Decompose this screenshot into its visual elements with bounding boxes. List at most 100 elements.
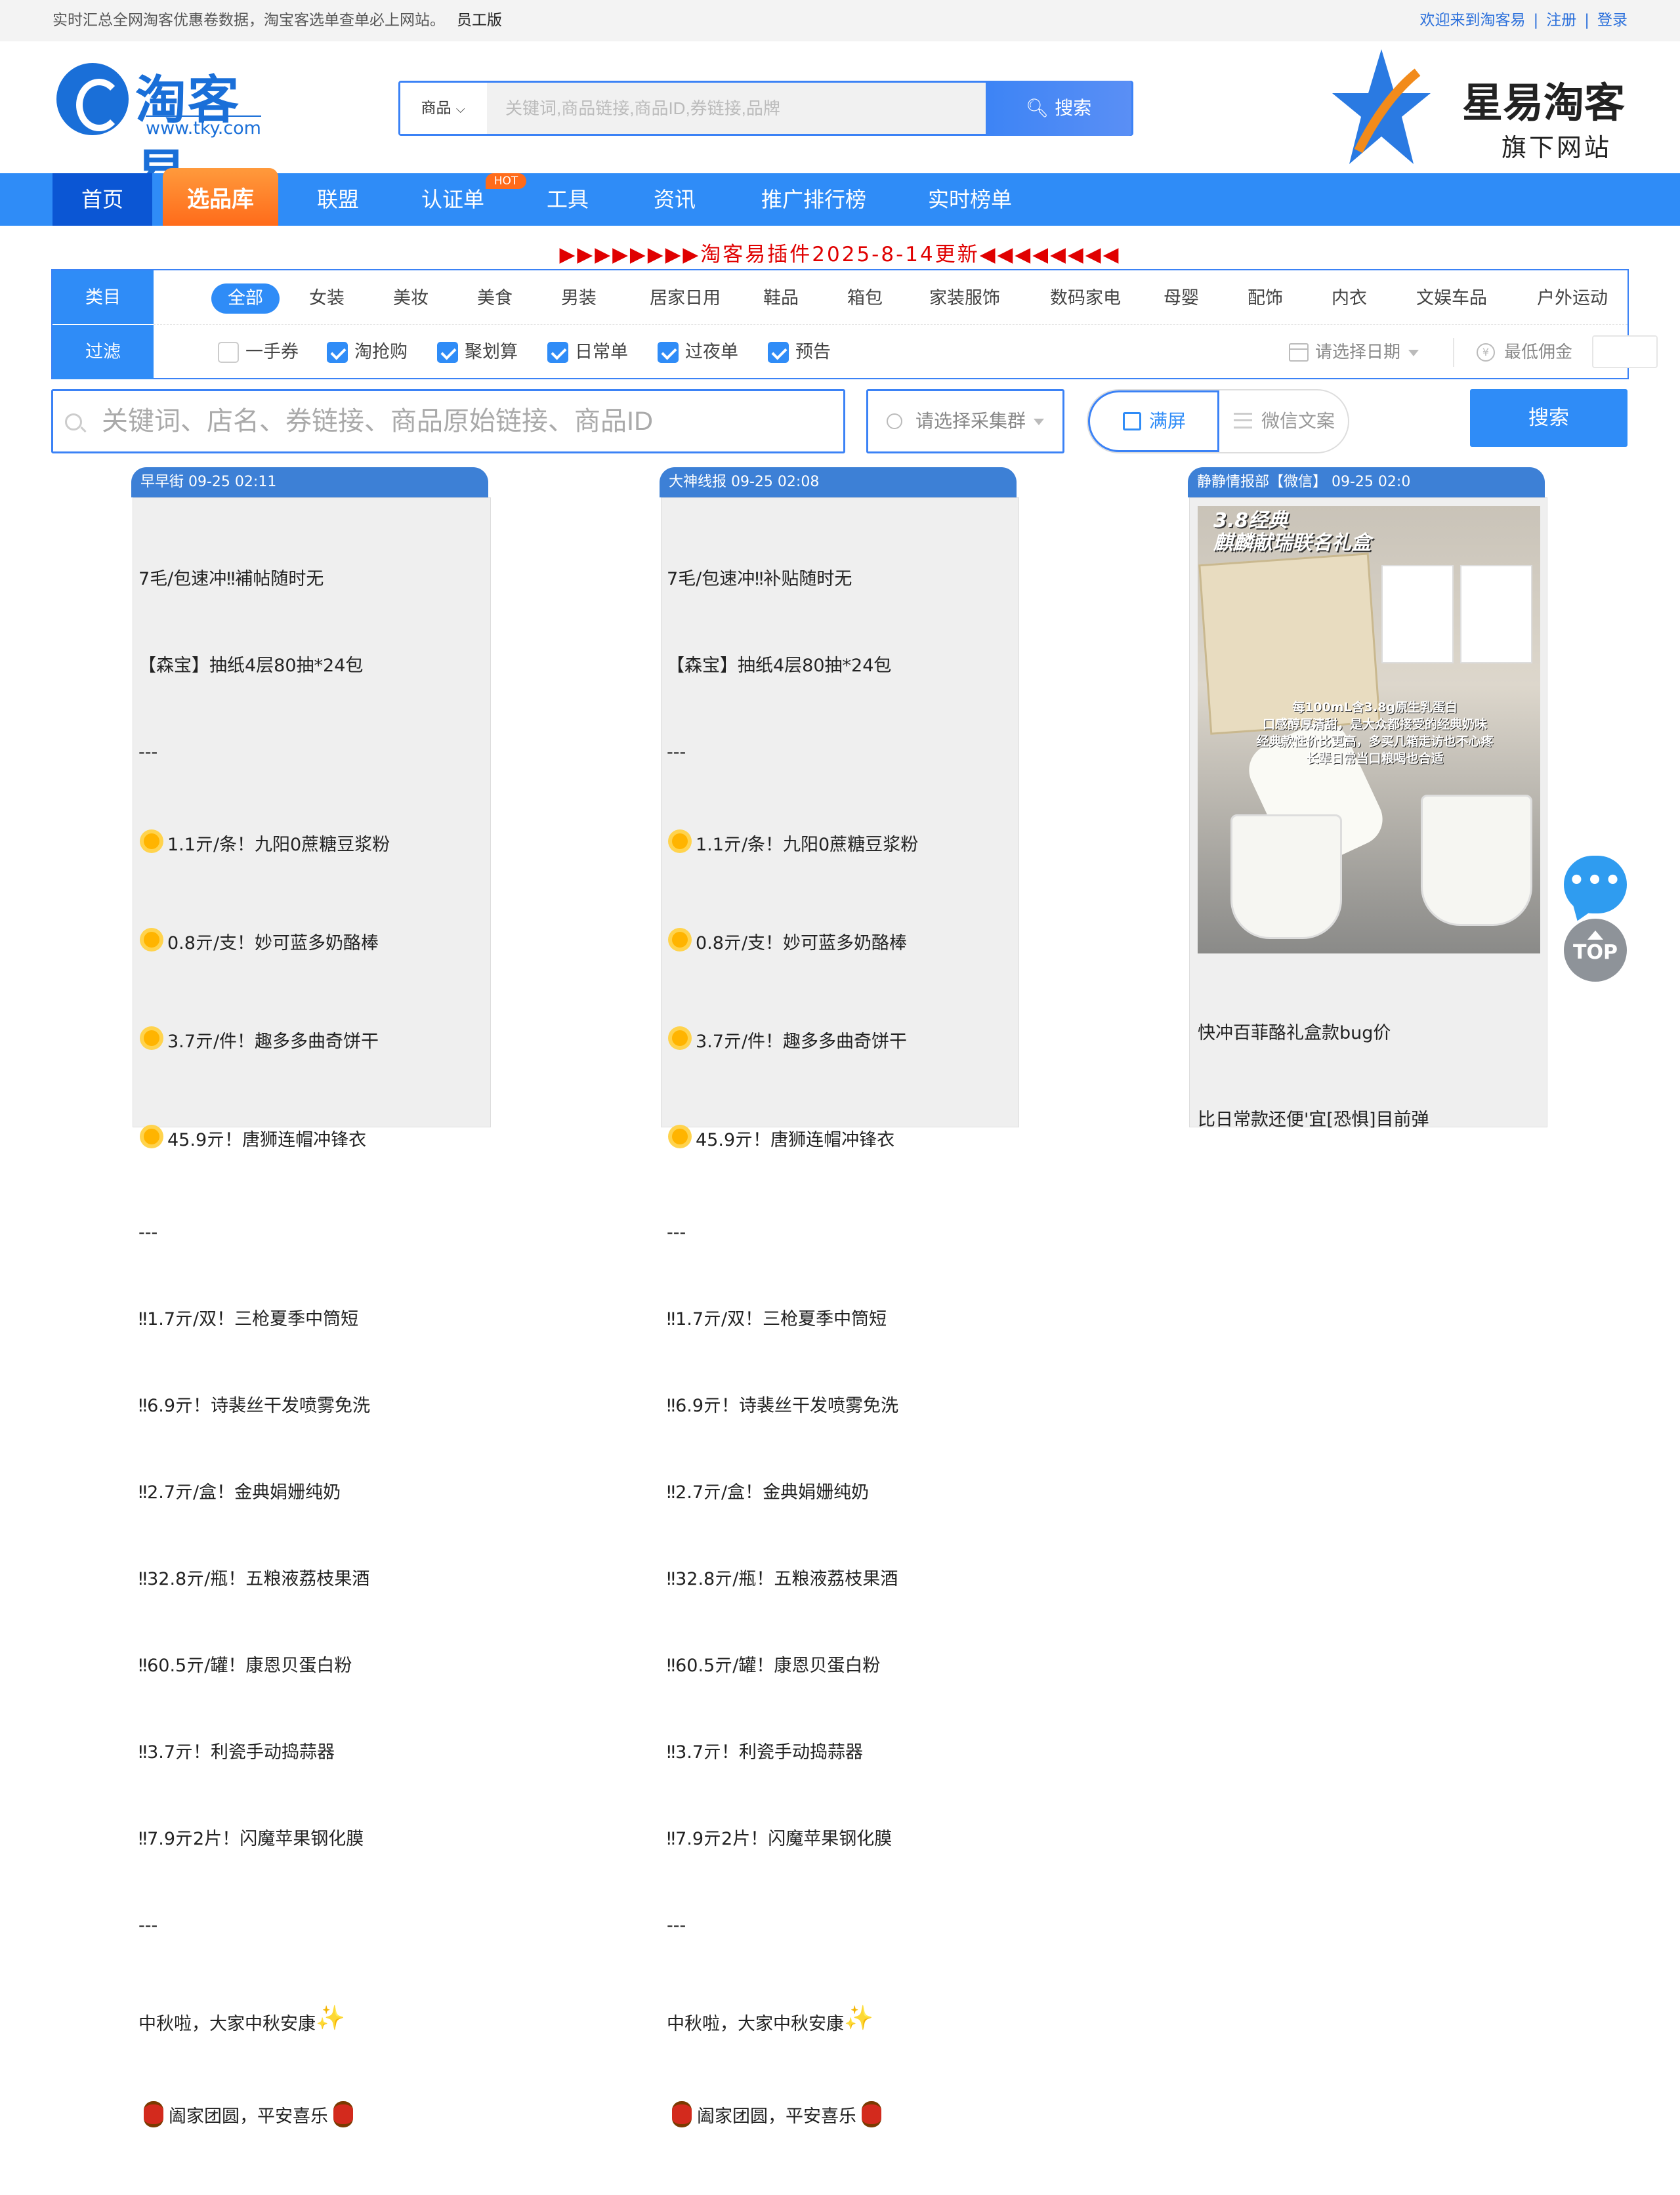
card-line: 45.9亓！唐狮连帽冲锋衣 <box>667 1120 918 1161</box>
category-item[interactable]: 鞋品 <box>747 283 815 314</box>
card-text: 快冲百菲酪礼盒款bug价 比日常款还便'宜[恐惧]目前弹 <box>1198 961 1429 1192</box>
nav-realtime-list[interactable]: 实时榜单 <box>906 173 1034 226</box>
wechat-copy-toggle[interactable]: 微信文案 <box>1219 390 1348 452</box>
group-placeholder: 请选择采集群 <box>915 410 1026 432</box>
category-item[interactable]: 女装 <box>293 283 361 314</box>
calendar-icon <box>1289 343 1309 362</box>
search-button[interactable]: 🔍︎ 搜索 <box>986 81 1131 136</box>
card-line: ‼1.7亓/双！三枪夏季中筒短 <box>667 1309 887 1329</box>
sparkles-emoji-icon: ✨ <box>316 2005 345 2032</box>
checkbox-overnight[interactable]: 过夜单 <box>658 341 738 364</box>
chat-bubble-icon: ••• <box>1568 866 1623 896</box>
keyword-search-button[interactable]: 搜索 <box>1470 389 1628 447</box>
category-item[interactable]: 配饰 <box>1231 283 1299 314</box>
photo-headline-1: 3.8经典 <box>1213 509 1288 532</box>
search-icon <box>65 413 82 430</box>
min-commission-input[interactable] <box>1592 335 1658 368</box>
card-header: 早早街 09-25 02:11 <box>131 467 488 497</box>
category-item[interactable]: 美妆 <box>377 283 445 314</box>
card-line: ‼6.9亓！诗裴丝干发喷雾免洗 <box>138 1396 371 1416</box>
search-icon: 🔍︎ <box>1025 97 1049 119</box>
fullscreen-label: 满屏 <box>1149 410 1186 432</box>
logo-swirl-icon <box>56 63 129 135</box>
product-photo[interactable]: 3.8经典 麒麟献瑞联名礼盒 每100mL含3.8g原生乳蛋白 口感醇厚清甜，是大… <box>1198 506 1540 953</box>
lantern-emoji-icon <box>333 2101 353 2127</box>
staff-version-link[interactable]: 员工版 <box>457 12 502 29</box>
product-search-input[interactable] <box>487 83 990 134</box>
card-line: 3.7亓/件！趣多多曲奇饼干 <box>138 1022 390 1062</box>
plugin-update-notice[interactable]: ▶▶▶▶▶▶▶▶淘客易插件2025-8-14更新◀◀◀◀◀◀◀◀ <box>0 238 1680 267</box>
card-line: 1.1亓/条！九阳0蔗糖豆浆粉 <box>138 825 390 866</box>
category-item[interactable]: 居家日用 <box>639 283 731 314</box>
category-item[interactable]: 母婴 <box>1147 283 1215 314</box>
card-line-text: 3.7亓/件！趣多多曲奇饼干 <box>696 1032 908 1052</box>
nav-news[interactable]: 资讯 <box>623 173 726 226</box>
date-picker[interactable]: 请选择日期 <box>1289 341 1419 364</box>
nav-alliance[interactable]: 联盟 <box>289 173 387 226</box>
milk-carton-image <box>1381 565 1454 663</box>
category-item[interactable]: 家装服饰 <box>919 283 1011 314</box>
card-header: 静静情报部【微信】 09-25 02:0 <box>1188 467 1545 497</box>
card-text: 7毛/包速冲‼補帖随时无 【森宝】抽纸4层80抽*24包 --- 1.1亓/条！… <box>138 507 390 2195</box>
nav-tools[interactable]: 工具 <box>518 173 617 226</box>
card-line: ‼32.8亓/瓶！五粮液荔枝果酒 <box>138 1569 370 1589</box>
login-link[interactable]: 登录 <box>1597 12 1628 29</box>
category-item[interactable]: 户外运动 <box>1526 283 1618 314</box>
card-body: 3.8经典 麒麟献瑞联名礼盒 每100mL含3.8g原生乳蛋白 口感醇厚清甜，是大… <box>1189 497 1547 1130</box>
site-logo[interactable]: 淘客易 www.tky.com <box>56 59 280 203</box>
card-line-text: 1.1亓/条！九阳0蔗糖豆浆粉 <box>167 835 390 855</box>
card-line-text: 阖家团圆，平安喜乐 <box>169 2106 328 2127</box>
filter-checkboxes: 一手券 淘抢购 聚划算 日常单 过夜单 预告 请选择日期 ¥ 最低佣金 <box>154 325 1658 379</box>
sun-emoji-icon <box>667 1123 693 1150</box>
card-line-text: 阖家团圆，平安喜乐 <box>697 2106 856 2127</box>
photo-caption-line: 口感醇厚清甜，是大众都接受的经典奶味 <box>1262 717 1487 732</box>
card-line: --- <box>667 742 686 763</box>
checkbox-first-hand-coupon[interactable]: 一手券 <box>218 341 299 364</box>
intro-text: 实时汇总全网淘客优惠卷数据，淘宝客选单查单必上网站。 <box>52 12 445 29</box>
category-item[interactable]: 文娱车品 <box>1406 283 1498 314</box>
separator: | <box>1584 12 1589 29</box>
category-item[interactable]: 数码家电 <box>1040 283 1131 314</box>
sparkles-emoji-icon: ✨ <box>844 2005 873 2032</box>
chat-button[interactable]: ••• <box>1564 856 1627 913</box>
card-line: 比日常款还便'宜[恐惧]目前弹 <box>1198 1110 1429 1130</box>
card-line-text: 中秋啦，大家中秋安康 <box>667 2014 844 2034</box>
category-item[interactable]: 箱包 <box>831 283 899 314</box>
nav-home[interactable]: 首页 <box>52 173 152 226</box>
lantern-emoji-icon <box>144 2101 163 2127</box>
checkbox-preview[interactable]: 预告 <box>768 341 831 364</box>
checkbox-juhuasuan[interactable]: 聚划算 <box>437 341 518 364</box>
card-body: 7毛/包速冲‼補帖随时无 【森宝】抽纸4层80抽*24包 --- 1.1亓/条！… <box>133 497 491 2127</box>
card-line: --- <box>667 1223 686 1243</box>
chevron-down-icon: ⌵ <box>455 102 465 116</box>
checkbox-taoqianggou[interactable]: 淘抢购 <box>327 341 408 364</box>
star-logo-icon <box>1332 49 1431 164</box>
card-text: 7毛/包速冲‼补贴随时无 【森宝】抽纸4层80抽*24包 --- 1.1亓/条！… <box>667 507 918 2195</box>
nav-product-library[interactable]: 选品库 <box>163 168 278 226</box>
card-line: --- <box>138 742 158 763</box>
fullscreen-toggle[interactable]: 满屏 <box>1088 390 1219 452</box>
wechat-copy-label: 微信文案 <box>1261 410 1335 432</box>
search-category-select[interactable]: 商品 ⌵ <box>400 83 486 134</box>
collection-group-select[interactable]: 请选择采集群 <box>866 389 1064 453</box>
category-all[interactable]: 全部 <box>211 283 280 314</box>
card-line: ‼6.9亓！诗裴丝干发喷雾免洗 <box>667 1396 899 1416</box>
category-item[interactable]: 男装 <box>545 283 613 314</box>
keyword-search-input[interactable] <box>100 391 822 451</box>
checkbox-daily[interactable]: 日常单 <box>547 341 628 364</box>
category-item[interactable]: 内衣 <box>1315 283 1383 314</box>
register-link[interactable]: 注册 <box>1546 12 1576 29</box>
card-line: 1.1亓/条！九阳0蔗糖豆浆粉 <box>667 825 918 866</box>
nav-promotion-ranking[interactable]: 推广排行榜 <box>742 173 886 226</box>
glass-cup-image <box>1230 814 1342 939</box>
card-line: 7毛/包速冲‼补贴随时无 <box>667 569 852 589</box>
fullscreen-icon <box>1123 412 1141 430</box>
lantern-emoji-icon <box>862 2101 881 2127</box>
category-item[interactable]: 美食 <box>461 283 529 314</box>
parent-brand: 星易淘客 旗下网站 <box>1332 46 1634 171</box>
back-to-top-button[interactable]: TOP <box>1564 919 1627 982</box>
card-line: ‼2.7亓/盒！金典娟姗纯奶 <box>667 1482 870 1503</box>
card-line: ‼7.9亓2片！闪魔苹果钢化膜 <box>138 1829 364 1849</box>
card-line: ‼32.8亓/瓶！五粮液荔枝果酒 <box>667 1569 898 1589</box>
sun-emoji-icon <box>667 1025 693 1051</box>
